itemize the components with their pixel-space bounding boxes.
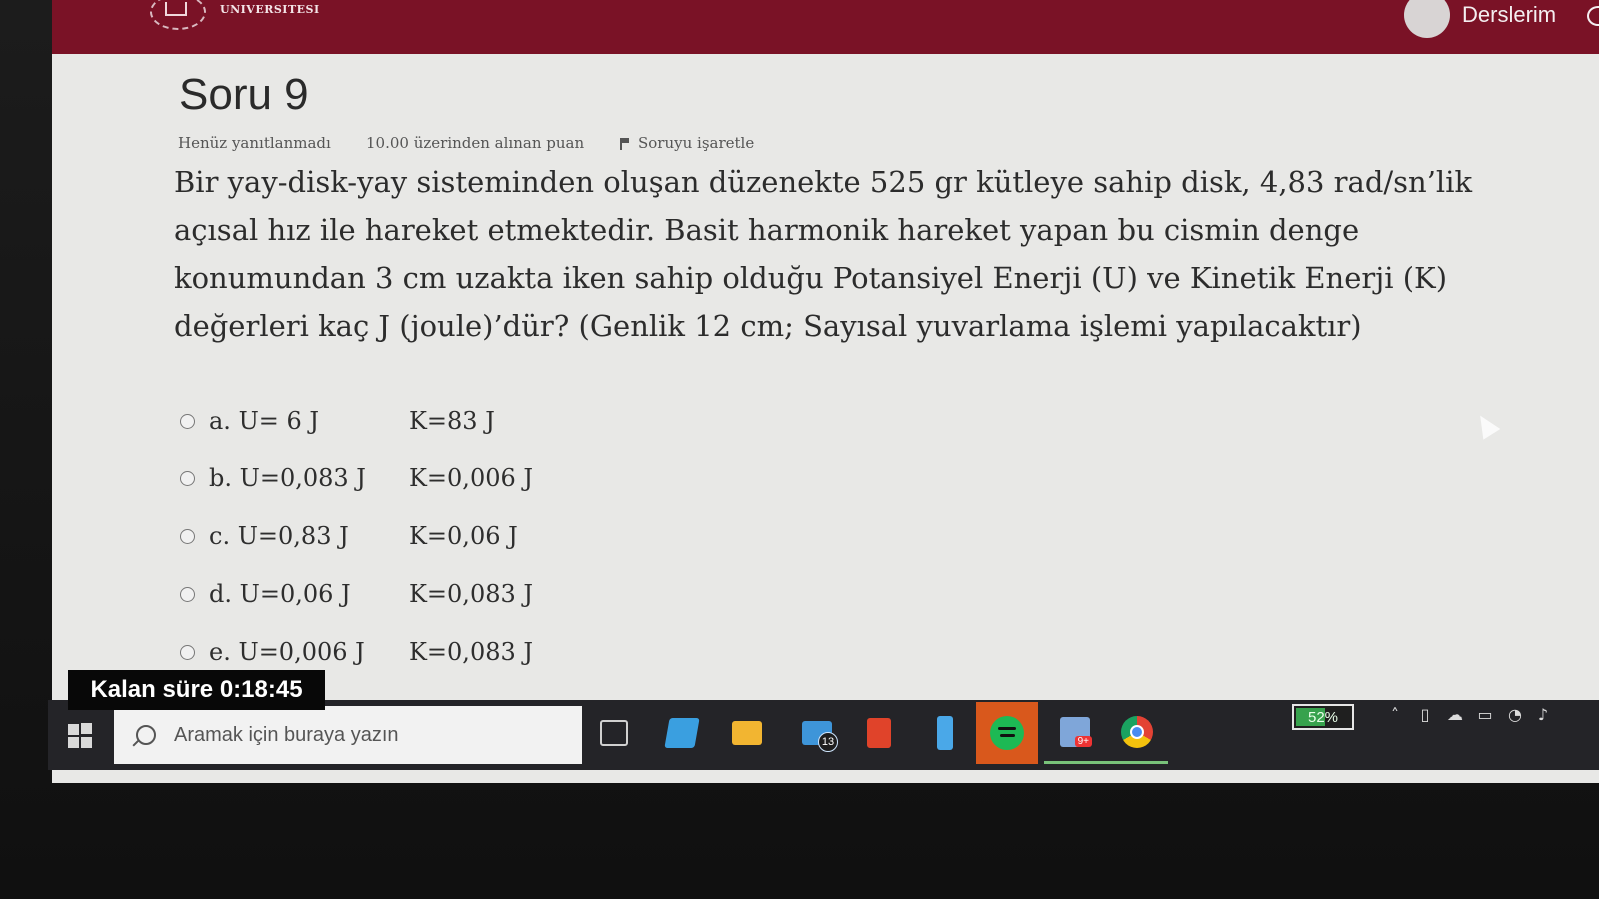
phone-icon[interactable]: [914, 702, 976, 764]
folder-icon[interactable]: [716, 702, 778, 764]
flag-question-link[interactable]: Soruyu işaretle: [620, 134, 754, 152]
radio-button[interactable]: [180, 413, 195, 429]
answer-k-value: K=0,06 J: [409, 522, 518, 550]
answer-option-e[interactable]: e. U=0,006 J K=0,083 J: [180, 634, 533, 670]
battery-small-icon[interactable]: ▭: [1476, 706, 1494, 724]
radio-button[interactable]: [180, 470, 195, 486]
photos-icon[interactable]: 9+: [1044, 702, 1106, 764]
file-explorer-icon[interactable]: [651, 702, 713, 764]
battery-icon[interactable]: 52%: [1292, 704, 1354, 730]
chevron-up-icon[interactable]: ˄: [1386, 706, 1404, 724]
user-avatar[interactable]: [1404, 0, 1450, 38]
cloud-icon[interactable]: ☁: [1446, 706, 1464, 724]
spotify-icon[interactable]: [976, 702, 1038, 764]
answer-option-a[interactable]: a. U= 6 J K=83 J: [180, 403, 495, 439]
wifi-icon[interactable]: ◔: [1506, 706, 1524, 724]
notification-badge: 9+: [1074, 736, 1092, 747]
task-view-icon[interactable]: [583, 702, 645, 764]
search-placeholder: Aramak için buraya yazın: [174, 723, 399, 746]
flag-question-label: Soruyu işaretle: [638, 134, 755, 152]
time-remaining: Kalan süre 0:18:45: [68, 670, 325, 710]
radio-button[interactable]: [180, 586, 195, 602]
windows-start-icon[interactable]: [62, 714, 102, 754]
answer-u-value: a. U= 6 J: [209, 407, 320, 435]
battery-percent: 52%: [1307, 708, 1339, 726]
answer-k-value: K=0,083 J: [409, 580, 533, 608]
answer-option-c[interactable]: c. U=0,83 J K=0,06 J: [180, 518, 518, 554]
nav-courses-link[interactable]: Derslerim: [1462, 2, 1556, 28]
question-title: Soru 9: [179, 70, 309, 119]
university-name: UNIVERSITESI: [220, 3, 320, 16]
answer-k-value: K=0,083 J: [409, 638, 533, 666]
answer-option-d[interactable]: d. U=0,06 J K=0,083 J: [180, 576, 533, 612]
question-state: Henüz yanıtlanmadı: [178, 134, 331, 152]
chrome-icon[interactable]: [1106, 702, 1168, 764]
usb-icon[interactable]: ▯: [1416, 706, 1434, 724]
screen: UNIVERSITESI Derslerim Soru 9 Henüz yanı…: [52, 0, 1599, 783]
logo-building-icon: [165, 2, 187, 16]
site-header: UNIVERSITESI Derslerim: [52, 0, 1599, 54]
windows-taskbar: Aramak için buraya yazın 13 9+ 52% ˄ ▯ ☁…: [48, 700, 1599, 770]
mouse-cursor-icon: [1471, 410, 1501, 440]
mail-icon[interactable]: 13: [786, 702, 848, 764]
answer-k-value: K=0,006 J: [409, 464, 533, 492]
chat-icon[interactable]: [1587, 6, 1599, 26]
question-text: Bir yay-disk-yay sisteminden oluşan düze…: [174, 165, 1473, 343]
radio-button[interactable]: [180, 644, 195, 660]
radio-button[interactable]: [180, 528, 195, 544]
question-grade: 10.00 üzerinden alınan puan: [366, 134, 585, 152]
answer-u-value: b. U=0,083 J: [209, 464, 366, 492]
mail-count-badge: 13: [818, 732, 838, 752]
answer-u-value: d. U=0,06 J: [209, 580, 351, 608]
flag-icon: [620, 138, 632, 150]
answer-u-value: e. U=0,006 J: [209, 638, 365, 666]
taskbar-search-input[interactable]: Aramak için buraya yazın: [114, 706, 582, 764]
volume-icon[interactable]: ♪: [1534, 706, 1552, 724]
office-icon[interactable]: [848, 702, 910, 764]
answer-option-b[interactable]: b. U=0,083 J K=0,006 J: [180, 460, 533, 496]
search-icon: [136, 725, 156, 745]
answer-u-value: c. U=0,83 J: [209, 522, 349, 550]
answer-k-value: K=83 J: [409, 407, 495, 435]
